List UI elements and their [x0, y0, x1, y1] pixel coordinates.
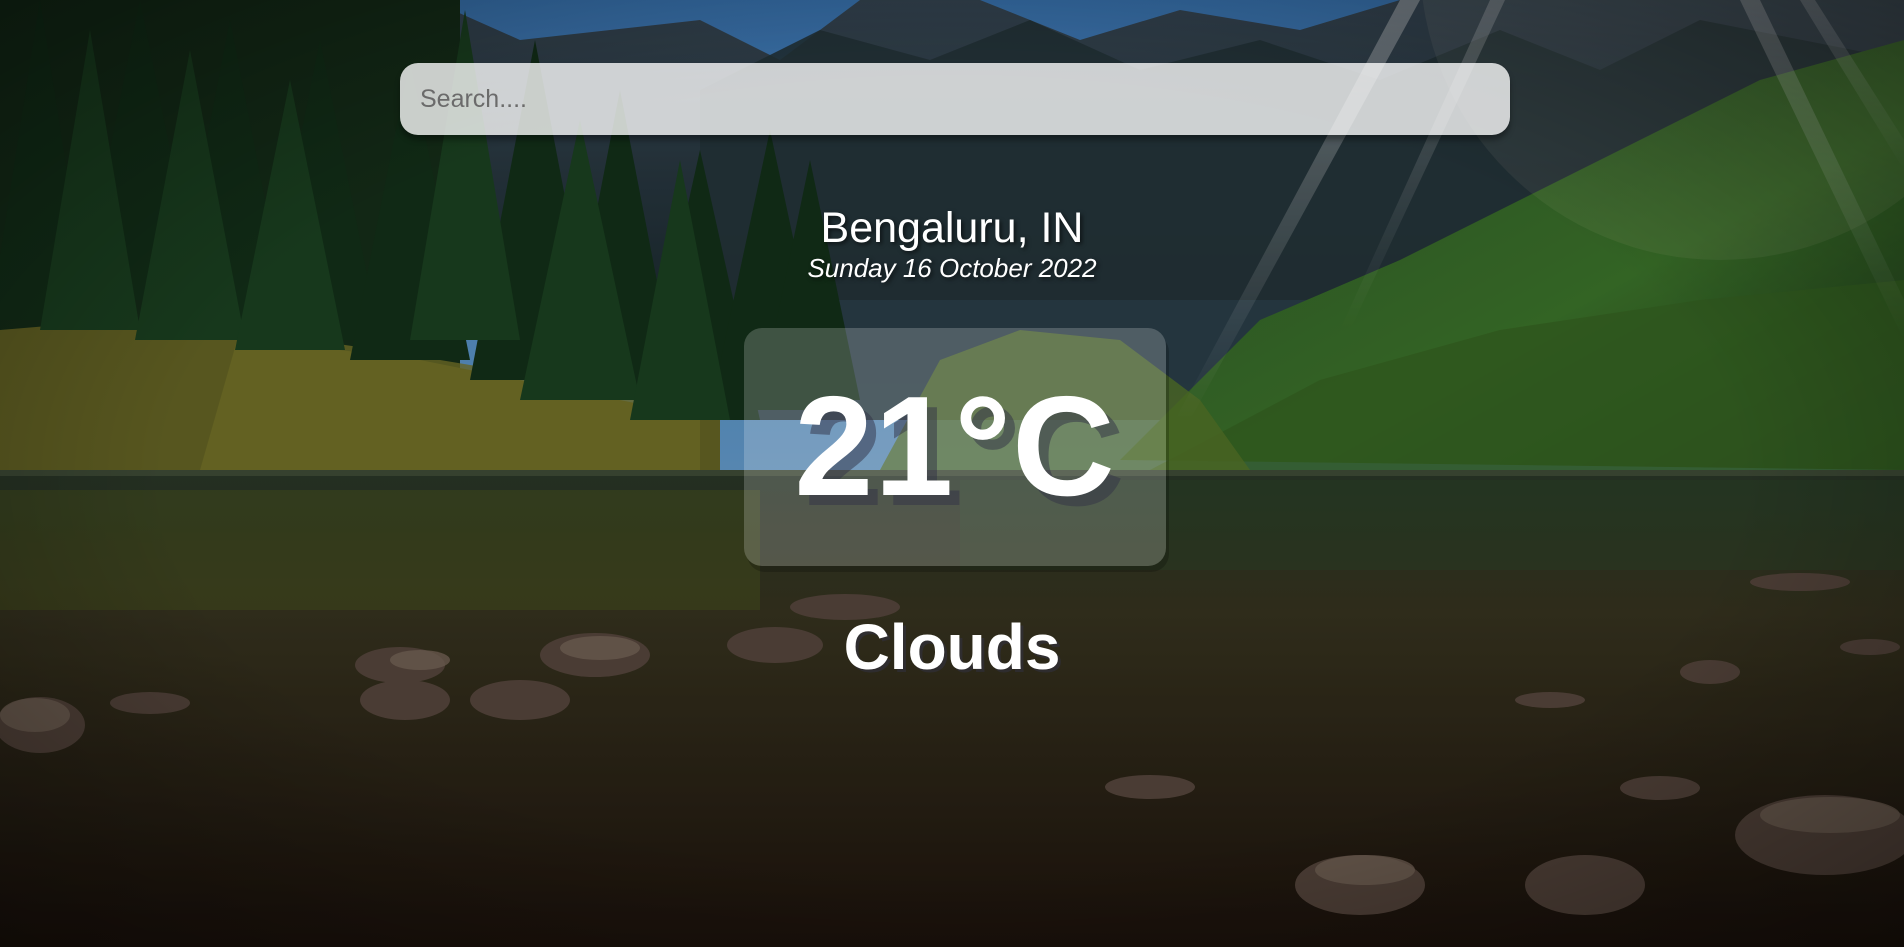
- weather-condition: Clouds: [843, 611, 1061, 683]
- search-bar: [400, 63, 1510, 135]
- temperature-card: 21°C: [744, 328, 1166, 566]
- weather-app: Bengaluru, IN Sunday 16 October 2022 21°…: [0, 0, 1904, 947]
- temperature-value: 21°C: [794, 367, 1116, 526]
- location-date: Sunday 16 October 2022: [807, 253, 1097, 283]
- location-city: Bengaluru, IN: [820, 204, 1084, 252]
- search-input[interactable]: [400, 63, 1510, 135]
